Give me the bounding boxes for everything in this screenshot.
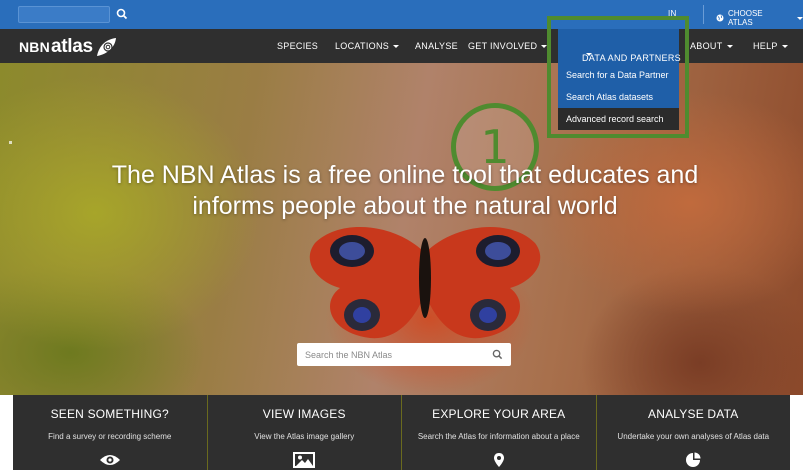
top-search-input[interactable] (18, 6, 110, 23)
pie-chart-icon (682, 452, 704, 468)
chevron-down-icon (726, 45, 733, 49)
image-icon (293, 452, 316, 468)
search-icon[interactable] (492, 349, 503, 360)
chevron-down-icon (781, 45, 788, 49)
nav-about[interactable]: ABOUT (690, 41, 733, 51)
nav-get-involved-label: GET INVOLVED (468, 41, 538, 51)
choose-atlas-dropdown[interactable]: CHOOSE ATLAS (716, 9, 803, 27)
nav-locations-label: LOCATIONS (335, 41, 390, 51)
map-pin-icon (488, 452, 510, 468)
tile-title: EXPLORE YOUR AREA (432, 407, 566, 421)
hero-title: The NBN Atlas is a free online tool that… (111, 161, 699, 220)
search-icon[interactable] (116, 7, 130, 21)
tile-subtitle: Find a survey or recording scheme (48, 432, 172, 441)
peacock-butterfly-image (309, 226, 541, 339)
tile-subtitle: Undertake your own analyses of Atlas dat… (617, 432, 770, 441)
nav-locations[interactable]: LOCATIONS (335, 41, 400, 51)
nav-help[interactable]: HELP (753, 41, 788, 51)
tile-title: SEEN SOMETHING? (50, 407, 169, 421)
choose-atlas-label: CHOOSE ATLAS (727, 9, 763, 27)
annotation-highlight-box (547, 16, 689, 138)
tile-explore-your-area[interactable]: EXPLORE YOUR AREA Search the Atlas for i… (402, 395, 597, 470)
nbn-atlas-logo[interactable]: NBN atlas (19, 36, 117, 57)
nav-about-label: ABOUT (690, 41, 723, 51)
nav-species[interactable]: SPECIES (277, 41, 318, 51)
topbar-divider (703, 5, 704, 24)
globe-icon (716, 14, 724, 22)
tile-subtitle: View the Atlas image gallery (254, 432, 355, 441)
nav-help-label: HELP (753, 41, 778, 51)
chevron-down-icon (797, 16, 803, 20)
tile-analyse-data[interactable]: ANALYSE DATA Undertake your own analyses… (596, 395, 790, 470)
decorative-dot (9, 141, 12, 144)
logo-nbn-text: NBN (19, 39, 50, 55)
hero-search-input[interactable] (297, 343, 487, 366)
feature-tiles: SEEN SOMETHING? Find a survey or recordi… (13, 395, 790, 470)
nav-get-involved[interactable]: GET INVOLVED (468, 41, 548, 51)
hero-search-box (297, 343, 511, 366)
logo-atlas-text: atlas (50, 36, 93, 57)
nav-analyse[interactable]: ANALYSE (415, 41, 458, 51)
tile-title: ANALYSE DATA (648, 407, 739, 421)
tile-seen-something[interactable]: SEEN SOMETHING? Find a survey or recordi… (13, 395, 208, 470)
tile-subtitle: Search the Atlas for information about a… (417, 432, 580, 441)
tile-title: VIEW IMAGES (262, 407, 346, 421)
logo-leaf-icon (96, 38, 116, 56)
tile-view-images[interactable]: VIEW IMAGES View the Atlas image gallery (207, 395, 402, 470)
chevron-down-icon (393, 45, 400, 49)
eye-icon (99, 452, 121, 468)
